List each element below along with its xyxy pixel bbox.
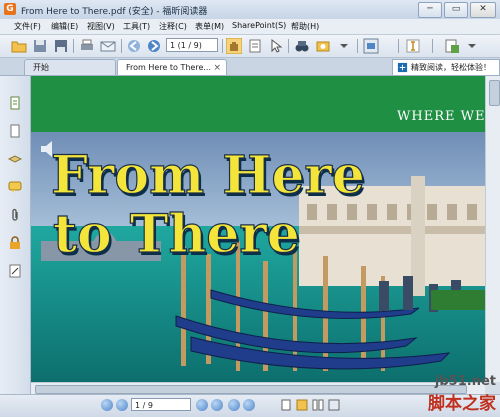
document-view[interactable]: From Here From Here to There to There WH… <box>31 76 485 382</box>
continuous-view-icon[interactable] <box>296 399 308 411</box>
zoom-box-icon[interactable] <box>363 38 379 54</box>
hand-tool-icon[interactable] <box>226 38 242 54</box>
scroll-thumb[interactable] <box>489 80 500 106</box>
attachments-icon[interactable] <box>8 208 22 222</box>
layers-icon[interactable] <box>8 152 22 166</box>
watermark-brand: 脚本之家 <box>428 394 496 414</box>
tab-document-label: From Here to There... <box>126 63 211 72</box>
toolbar-separator <box>398 39 399 53</box>
prev-page-icon[interactable] <box>116 399 128 411</box>
security-lock-icon[interactable] <box>8 236 22 250</box>
menu-comment[interactable]: 注释(C) <box>159 21 187 32</box>
toolbar-dropdown-icon[interactable] <box>336 38 352 54</box>
tab-document[interactable]: From Here to There... × <box>117 59 227 75</box>
first-page-icon[interactable] <box>101 399 113 411</box>
document-title-line2: to There <box>53 204 300 265</box>
forward-arrow-icon[interactable] <box>146 38 162 54</box>
menu-tools[interactable]: 工具(T) <box>123 21 150 32</box>
menu-edit[interactable]: 编辑(E) <box>51 21 78 32</box>
menu-view[interactable]: 视图(V) <box>87 21 115 32</box>
vertical-scrollbar[interactable] <box>485 76 500 382</box>
promo-icon <box>397 62 408 73</box>
save-icon[interactable] <box>32 38 48 54</box>
tab-close-icon[interactable]: × <box>213 60 221 76</box>
toolbar <box>0 35 500 58</box>
app-logo-icon: G <box>4 3 16 15</box>
next-page-icon[interactable] <box>196 399 208 411</box>
maximize-button[interactable]: ▭ <box>444 2 468 18</box>
snapshot-icon[interactable] <box>315 38 331 54</box>
last-page-icon[interactable] <box>211 399 223 411</box>
page-indicator-input[interactable]: 1 / 9 <box>131 398 191 411</box>
select-text-icon[interactable] <box>247 38 263 54</box>
document-header-text: WHERE WE <box>397 109 485 124</box>
page-number-input[interactable]: 1 (1 / 9) <box>166 38 218 52</box>
toolbar-separator <box>222 39 223 53</box>
tab-start[interactable]: 开始 <box>24 59 116 75</box>
print-icon[interactable] <box>79 38 95 54</box>
navigation-panel <box>0 76 31 394</box>
pages-icon[interactable] <box>8 96 22 110</box>
open-folder-icon[interactable] <box>11 38 27 54</box>
history-forward-icon[interactable] <box>243 399 255 411</box>
back-arrow-icon[interactable] <box>126 38 142 54</box>
email-icon[interactable] <box>100 38 116 54</box>
hscroll-thumb[interactable] <box>35 385 467 394</box>
menu-help[interactable]: 帮助(H) <box>291 21 319 32</box>
toolbar-separator <box>73 39 74 53</box>
text-cursor-icon[interactable] <box>405 38 421 54</box>
menu-sharepoint[interactable]: SharePoint(S) <box>232 21 286 30</box>
find-binoculars-icon[interactable] <box>294 38 310 54</box>
window-title: From Here to There.pdf (安全) - 福昕阅读器 <box>21 7 208 17</box>
history-back-icon[interactable] <box>228 399 240 411</box>
facing-view-icon[interactable] <box>312 399 324 411</box>
close-button[interactable]: ✕ <box>470 2 496 18</box>
promo-banner[interactable]: 精致阅读，轻松体验！ <box>392 59 500 76</box>
toolbar-separator <box>432 39 433 53</box>
minimize-button[interactable]: ─ <box>418 2 442 18</box>
document-page-image: From Here From Here to There to There WH… <box>31 76 485 382</box>
toolbar-separator <box>121 39 122 53</box>
tab-start-label: 开始 <box>33 63 49 72</box>
pdf-export-icon[interactable] <box>444 38 460 54</box>
menu-bar: 文件(F) 编辑(E) 视图(V) 工具(T) 注释(C) 表单(M) Shar… <box>0 19 500 35</box>
bookmarks-icon[interactable] <box>8 124 22 138</box>
watermark: jb51.net 脚本之家 <box>428 374 496 414</box>
promo-text: 精致阅读，轻松体验！ <box>411 63 491 72</box>
single-page-view-icon[interactable] <box>280 399 292 411</box>
status-bar: 1 / 9 <box>0 394 500 417</box>
watermark-site: jb51.net <box>434 374 496 389</box>
pointer-icon[interactable] <box>268 38 284 54</box>
document-title-line1: From Here <box>51 145 365 206</box>
comments-icon[interactable] <box>8 180 22 194</box>
menu-form[interactable]: 表单(M) <box>195 21 224 32</box>
title-bar: G From Here to There.pdf (安全) - 福昕阅读器 ─ … <box>0 0 500 20</box>
signature-icon[interactable] <box>8 264 22 278</box>
toolbar-separator <box>288 39 289 53</box>
more-tools-icon[interactable] <box>464 38 480 54</box>
toolbar-separator <box>357 39 358 53</box>
menu-file[interactable]: 文件(F) <box>14 21 41 32</box>
save-as-icon[interactable] <box>53 38 69 54</box>
continuous-facing-icon[interactable] <box>328 399 340 411</box>
